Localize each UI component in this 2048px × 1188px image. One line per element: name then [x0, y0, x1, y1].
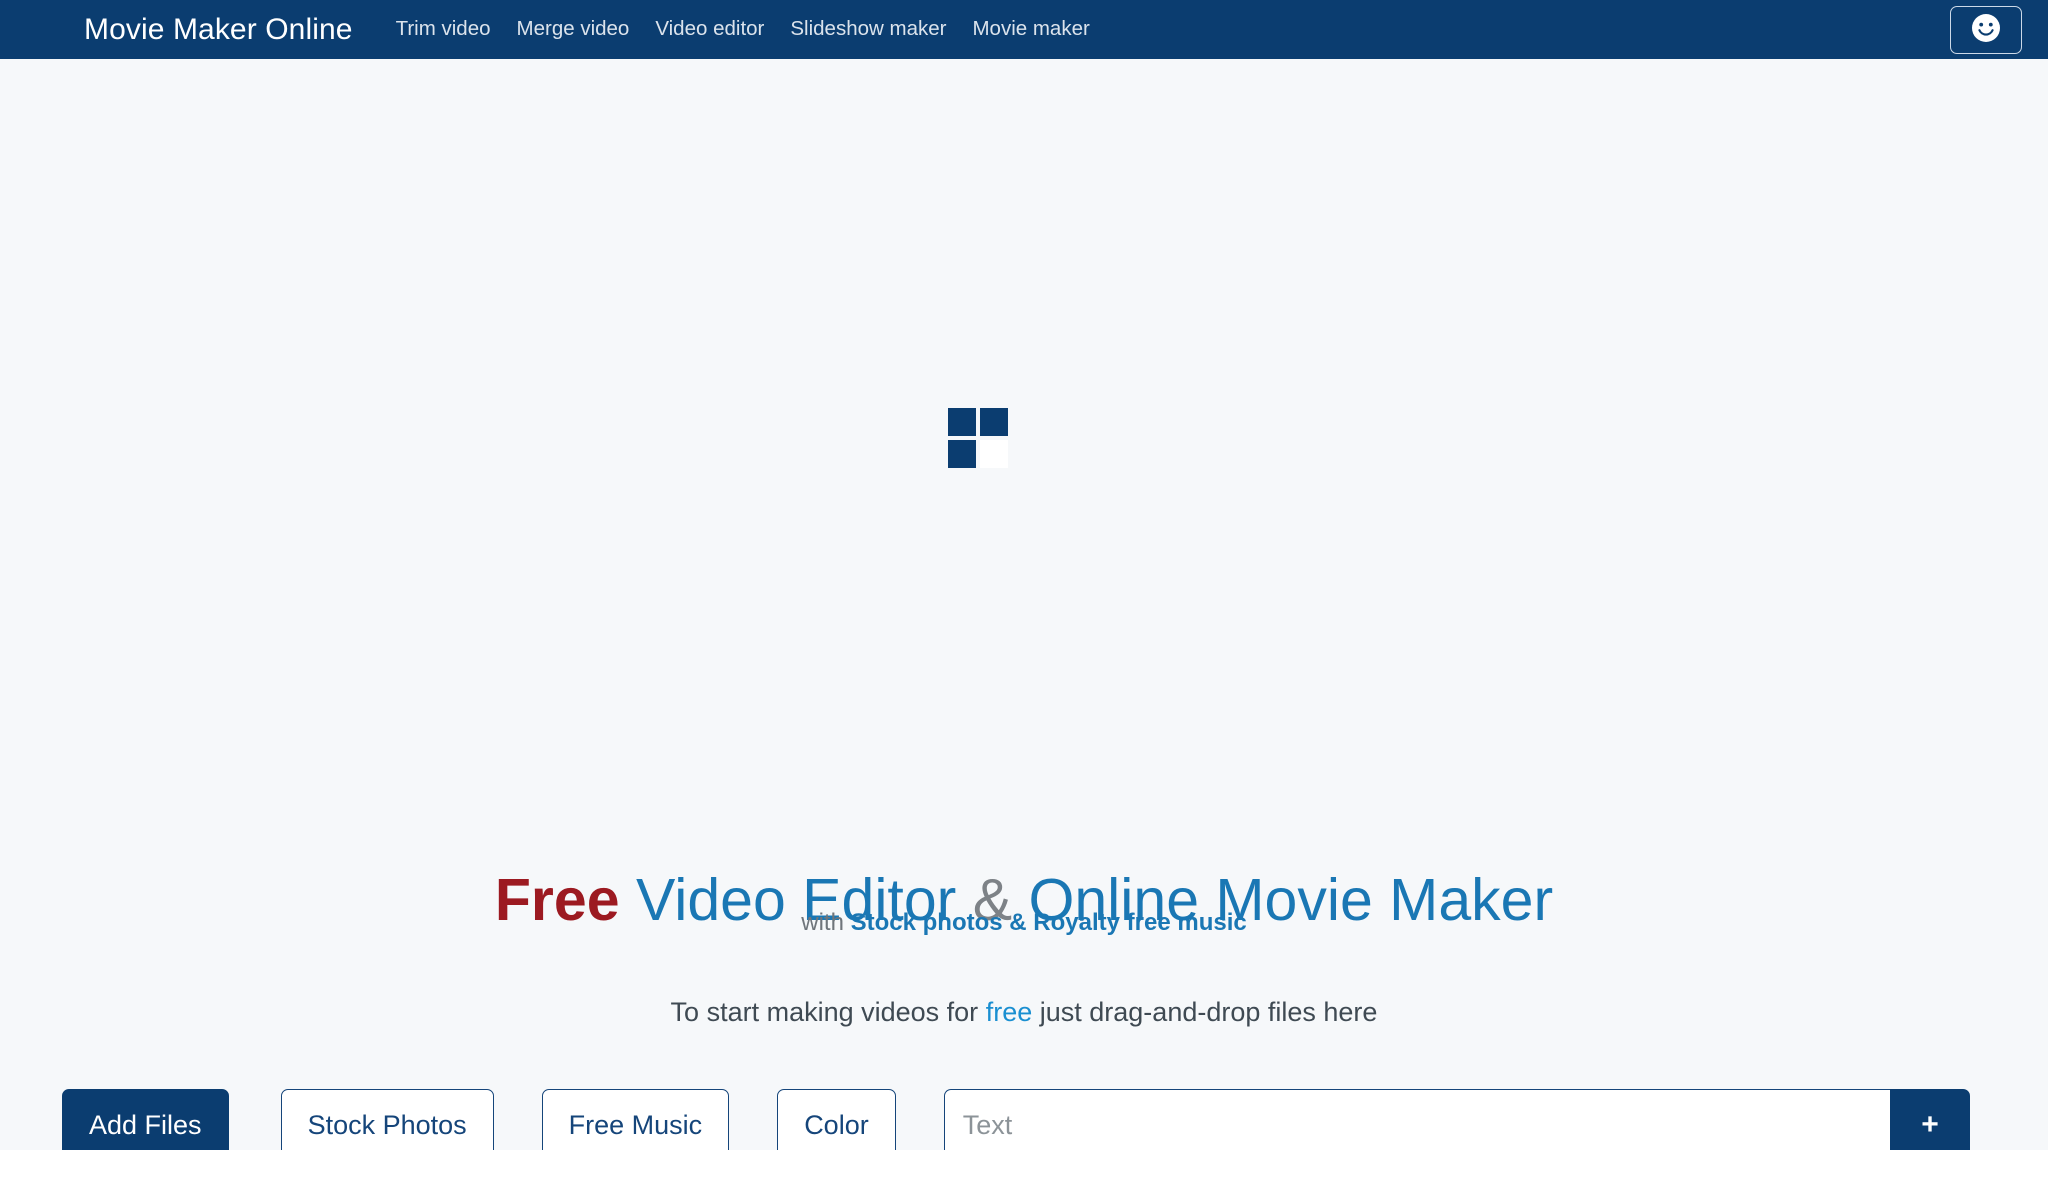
- dropline-before: To start making videos for: [670, 997, 979, 1027]
- smiley-face-icon: [1971, 13, 2001, 46]
- loading-squares-icon: [948, 408, 1008, 468]
- subtitle-prefix: with: [801, 909, 844, 936]
- nav-item-slideshow-maker[interactable]: Slideshow maker: [777, 19, 959, 40]
- page-subtitle: with Stock photos & Royalty free music: [0, 907, 2048, 938]
- app-root: Movie Maker Online Trim video Merge vide…: [0, 0, 2048, 1188]
- brand-logo-text[interactable]: Movie Maker Online: [84, 14, 353, 45]
- loader-square-bottom-right: [980, 440, 1008, 468]
- page-bottom-strip: [0, 1150, 2048, 1188]
- nav-item-merge-video[interactable]: Merge video: [504, 19, 643, 40]
- nav-item-trim-video[interactable]: Trim video: [383, 19, 504, 40]
- main-nav: Trim video Merge video Video editor Slid…: [383, 19, 1103, 40]
- account-button[interactable]: [1950, 5, 2022, 54]
- dropzone-instruction: To start making videos for free just dra…: [0, 995, 2048, 1030]
- loader-square-top-right: [980, 408, 1008, 436]
- top-navigation-bar: Movie Maker Online Trim video Merge vide…: [0, 0, 2048, 59]
- dropline-free-highlight: free: [985, 997, 1033, 1027]
- nav-item-movie-maker[interactable]: Movie maker: [959, 19, 1102, 40]
- main-stage: Free Video Editor & Online Movie Maker w…: [0, 59, 2048, 1161]
- nav-item-video-editor[interactable]: Video editor: [642, 19, 777, 40]
- loader-square-top-left: [948, 408, 976, 436]
- loader-square-bottom-left: [948, 440, 976, 468]
- subtitle-highlight: Stock photos & Royalty free music: [850, 909, 1247, 936]
- dropline-after: just drag-and-drop files here: [1039, 997, 1378, 1027]
